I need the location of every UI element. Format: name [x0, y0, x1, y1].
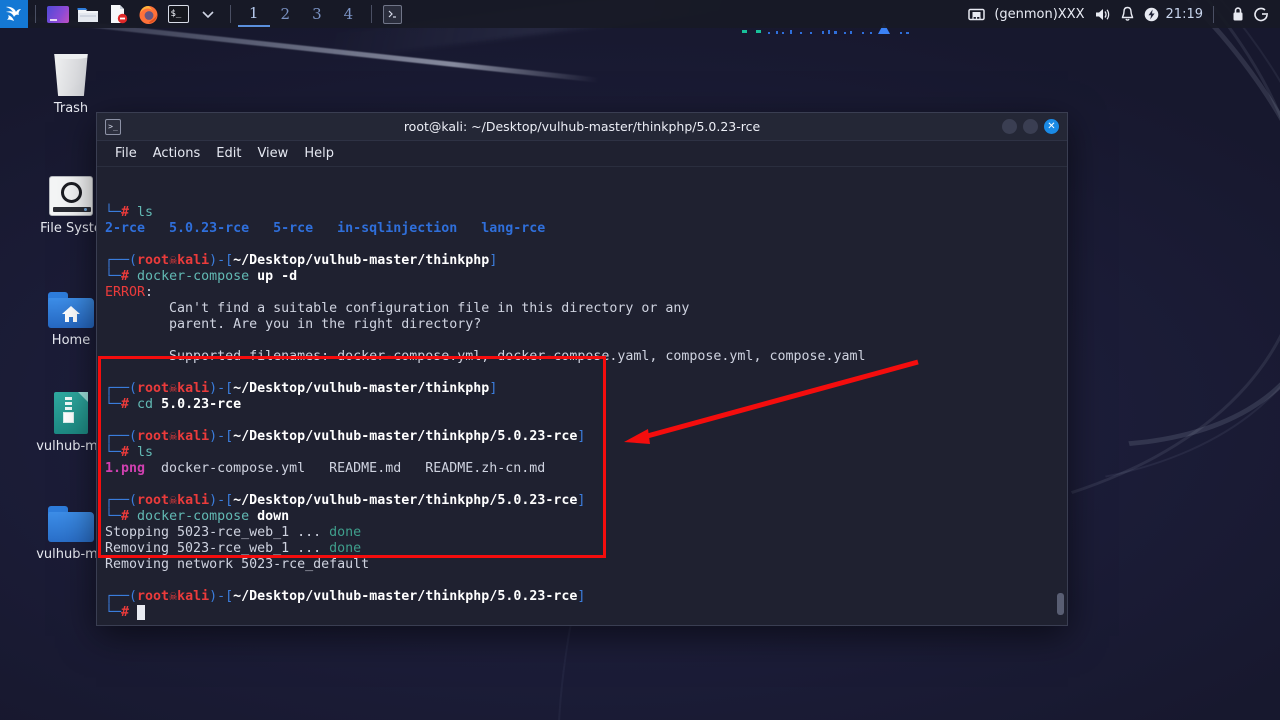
terminal-menubar[interactable]: File Actions Edit View Help — [97, 141, 1067, 167]
terminal-line: parent. Are you in the right directory? — [105, 317, 482, 332]
terminal-prompt-icon[interactable]: $_ — [165, 1, 191, 27]
terminal-gradient-icon[interactable] — [45, 1, 71, 27]
terminal-line: └─# ls — [105, 445, 154, 460]
window-controls[interactable]: ✕ — [996, 119, 1067, 134]
chevron-down-icon[interactable] — [195, 1, 221, 27]
lock-closed-icon[interactable] — [1231, 6, 1245, 22]
terminal-line: Removing 5023-rce_web_1 ... done — [105, 541, 362, 556]
maximize-button[interactable] — [1023, 119, 1038, 134]
genmon-label[interactable]: (genmon)XXX — [994, 7, 1084, 22]
bell-icon[interactable] — [1120, 6, 1135, 22]
terminal-window-title: root@kali: ~/Desktop/vulhub-master/think… — [403, 119, 761, 134]
terminal-line: └─# ls — [105, 205, 154, 220]
terminal-titlebar[interactable]: >_ root@kali: ~/Desktop/vulhub-master/th… — [97, 113, 1067, 141]
desktop-icon-trash[interactable]: Trash — [24, 44, 118, 116]
power-bolt-icon[interactable] — [1144, 7, 1159, 22]
trash-can-icon — [24, 44, 118, 96]
terminal-line: ┌──(root☠kali)-[~/Desktop/vulhub-master/… — [105, 429, 586, 444]
tray-divider — [1213, 5, 1214, 23]
terminal-line: Removing network 5023-rce_default — [105, 557, 370, 572]
terminal-screen[interactable]: └─# ls 2-rce 5.0.23-rce 5-rce in-sqlinjec… — [97, 167, 1067, 625]
workspace-button-2[interactable]: 2 — [270, 1, 302, 27]
clock[interactable]: 21:19 — [1166, 7, 1203, 22]
menu-item-file[interactable]: File — [107, 144, 145, 163]
terminal-line: ┌──(root☠kali)-[~/Desktop/vulhub-master/… — [105, 381, 498, 396]
firefox-icon[interactable] — [135, 1, 161, 27]
panel-divider-3 — [371, 5, 373, 23]
folder-icon[interactable] — [75, 1, 101, 27]
network-ethernet-icon[interactable] — [968, 7, 986, 22]
top-panel[interactable]: $_ 1 2 3 4 (genmon)XXX 21:19 — [0, 0, 1280, 28]
terminal-line: ┌──(root☠kali)-[~/Desktop/vulhub-master/… — [105, 493, 586, 508]
terminal-line: └─# docker-compose up -d — [105, 269, 298, 284]
kali-dragon-icon[interactable] — [0, 0, 28, 28]
terminal-output: └─# ls 2-rce 5.0.23-rce 5-rce in-sqlinjec… — [105, 205, 1055, 621]
genmon-text: (genmon)XXX — [994, 6, 1085, 22]
menu-item-edit[interactable]: Edit — [208, 144, 249, 163]
terminal-line: ┌──(root☠kali)-[~/Desktop/vulhub-master/… — [105, 589, 586, 604]
menu-item-view[interactable]: View — [249, 144, 296, 163]
terminal-line: 1.png docker-compose.yml README.md READM… — [105, 461, 546, 476]
menu-item-help[interactable]: Help — [296, 144, 342, 163]
terminal-window[interactable]: >_ root@kali: ~/Desktop/vulhub-master/th… — [96, 112, 1068, 626]
taskbar-window-terminal[interactable] — [383, 4, 403, 24]
workspace-button-1[interactable]: 1 — [238, 1, 270, 27]
menu-item-actions[interactable]: Actions — [145, 144, 209, 163]
document-blocked-icon[interactable] — [105, 1, 131, 27]
terminal-line: Can't find a suitable configuration file… — [105, 301, 690, 316]
terminal-line: ┌──(root☠kali)-[~/Desktop/vulhub-master/… — [105, 253, 498, 268]
terminal-scrollbar-thumb[interactable] — [1057, 593, 1064, 615]
terminal-line: 2-rce 5.0.23-rce 5-rce in-sqlinjection l… — [105, 221, 546, 236]
workspace-button-3[interactable]: 3 — [301, 1, 333, 27]
terminal-icon: >_ — [105, 118, 121, 135]
close-button[interactable]: ✕ — [1044, 119, 1059, 134]
volume-speaker-icon[interactable] — [1094, 7, 1111, 22]
terminal-line: └─# docker-compose down — [105, 509, 290, 524]
panel-divider-2 — [230, 5, 231, 23]
terminal-line: └─# — [105, 605, 1055, 621]
minimize-button[interactable] — [1002, 119, 1017, 134]
terminal-line: Stopping 5023-rce_web_1 ... done — [105, 525, 362, 540]
workspace-button-4[interactable]: 4 — [333, 1, 365, 27]
panel-divider-1 — [35, 5, 36, 23]
logout-arrow-icon[interactable] — [1254, 6, 1270, 22]
terminal-line: Supported filenames: docker-compose.yml,… — [105, 349, 866, 364]
terminal-line: └─# cd 5.0.23-rce — [105, 397, 242, 412]
terminal-line: ERROR: — [105, 285, 154, 300]
system-tray[interactable]: (genmon)XXX 21:19 — [959, 5, 1280, 23]
